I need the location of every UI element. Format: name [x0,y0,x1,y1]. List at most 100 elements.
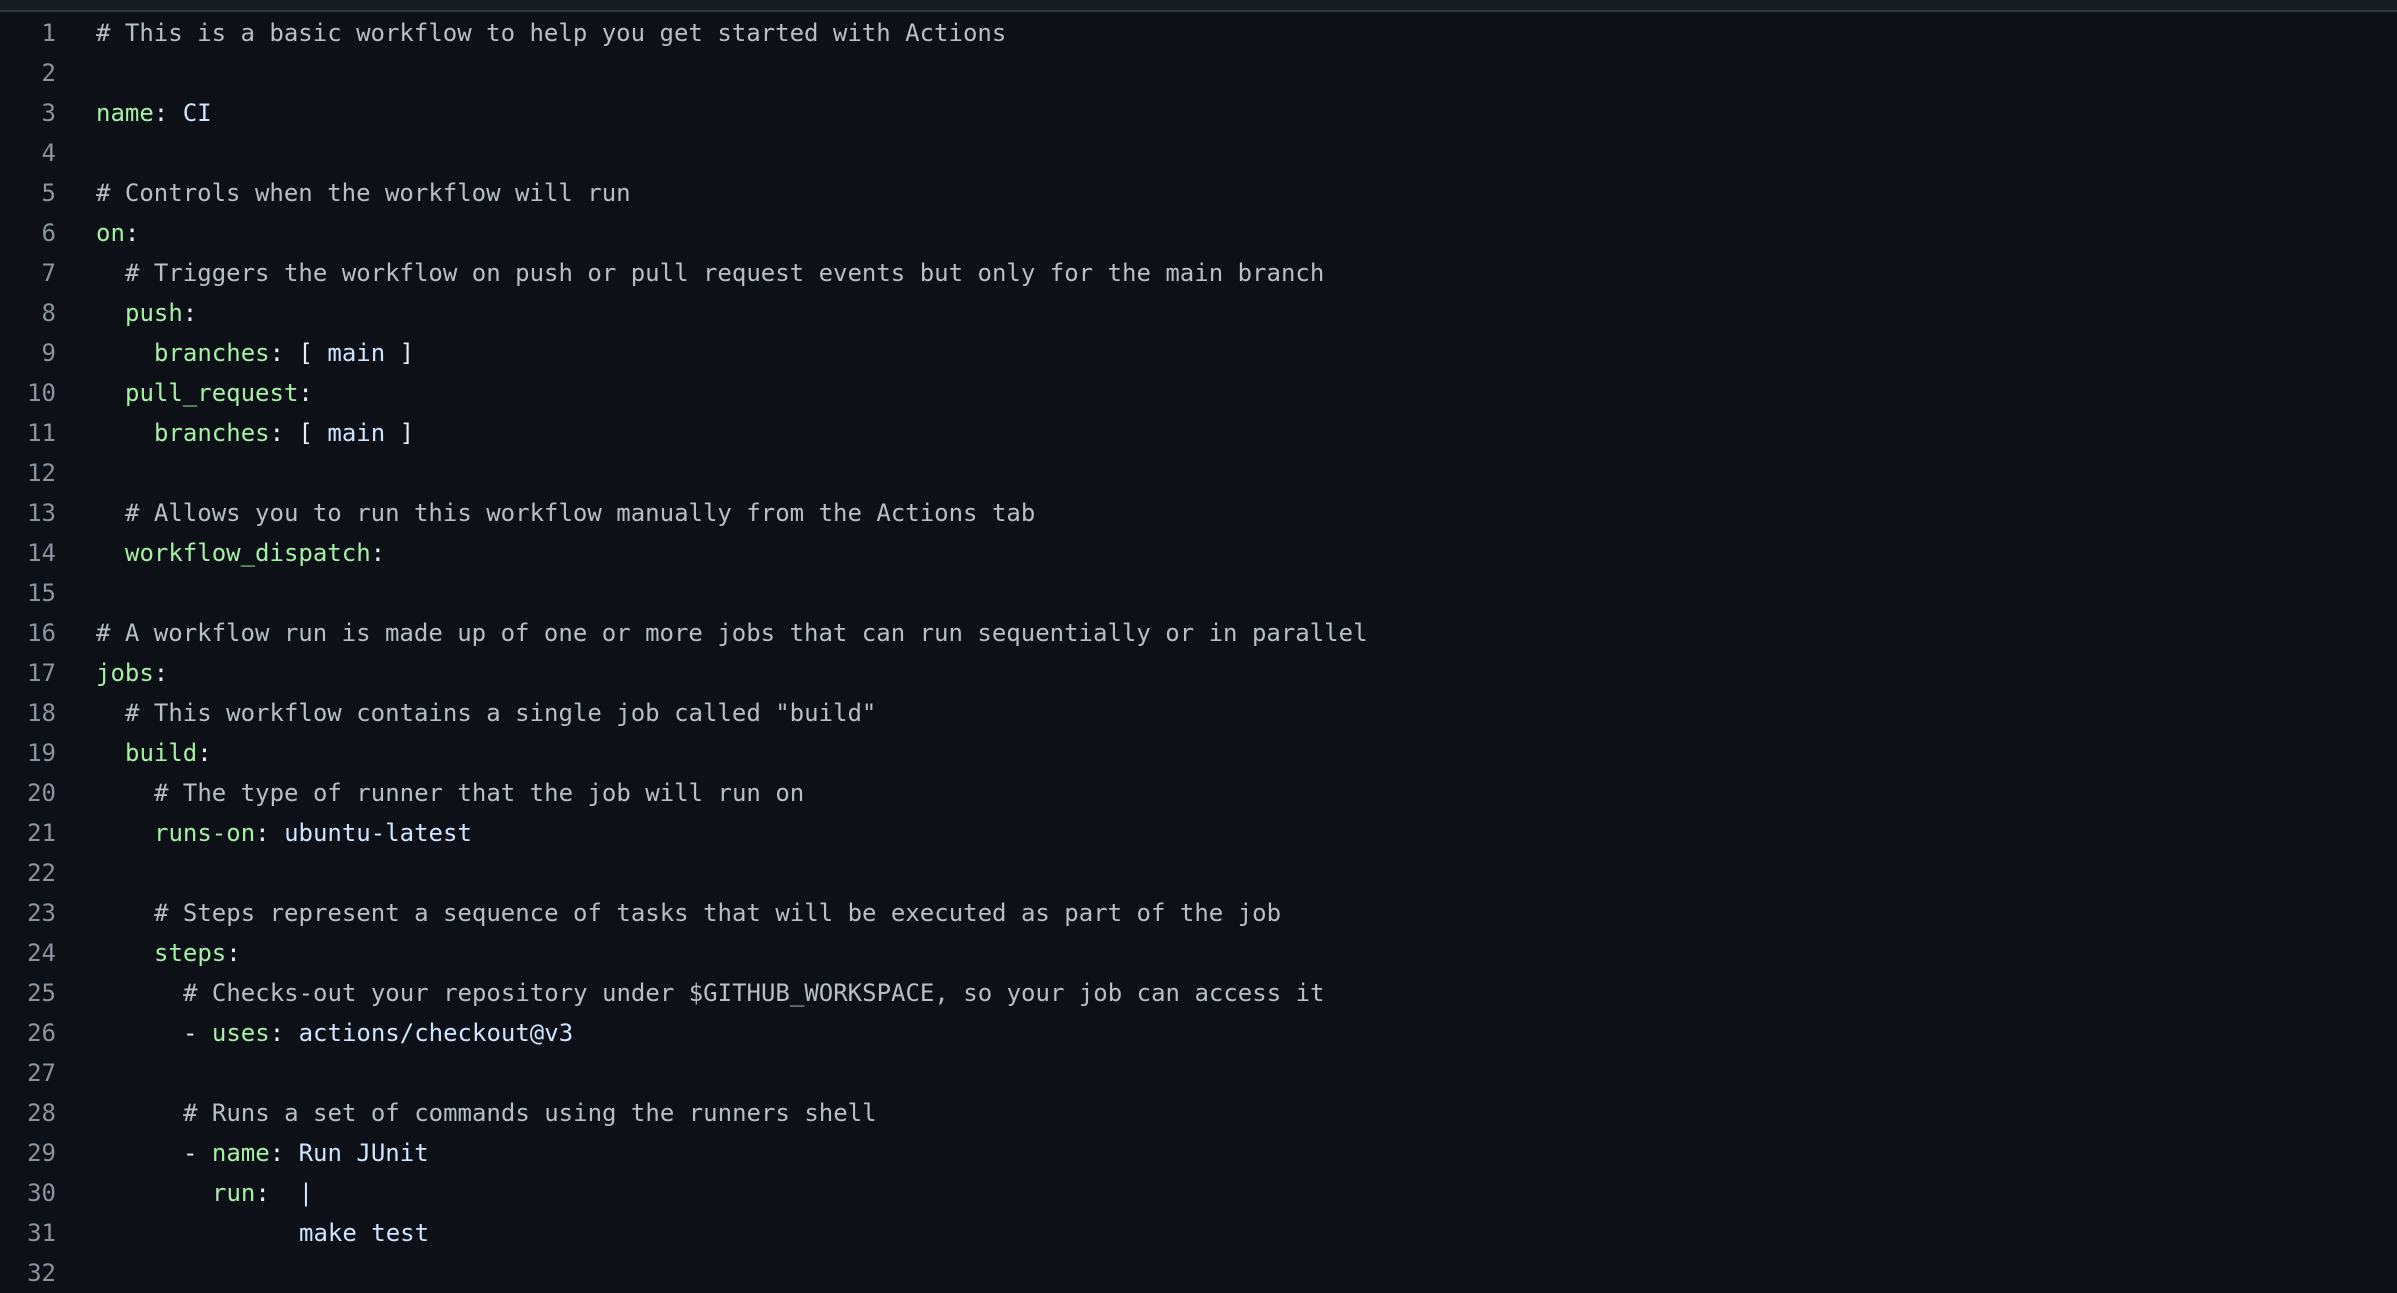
code-line[interactable]: 17 jobs: [0,653,2397,693]
token-key: push [125,299,183,327]
code-line[interactable]: 24 steps: [0,933,2397,973]
code-line[interactable]: 29 - name: Run JUnit [0,1133,2397,1173]
line-number: 1 [41,19,56,47]
code-line[interactable]: 27 [0,1053,2397,1093]
code-line[interactable]: 9 branches: [ main ] [0,333,2397,373]
code-text: branches: [ main ] [154,339,414,367]
line-number: 20 [27,779,56,807]
line-number: 25 [27,979,56,1007]
token-key: jobs [96,659,154,687]
line-number: 18 [27,699,56,727]
token-value: actions/checkout@v3 [298,1019,574,1047]
code-editor[interactable]: 1 # This is a basic workflow to help you … [0,13,2397,1287]
line-number: 13 [27,499,56,527]
token-plain: make test [299,1219,430,1247]
token-value: ubuntu-latest [284,819,472,847]
line-number: 31 [27,1219,56,1247]
token-comment: # This is a basic workflow to help you g… [96,19,1007,47]
token-key: name [96,99,154,127]
code-text: # Triggers the workflow on push or pull … [125,259,1324,287]
token-punct: : [298,379,313,407]
code-text: push: [125,299,197,327]
token-key: on [96,219,125,247]
code-text: # Runs a set of commands using the runne… [183,1099,877,1127]
code-line[interactable]: 2 [0,53,2397,93]
code-line[interactable]: 30 run: | [0,1173,2397,1213]
code-line[interactable]: 25 # Checks-out your repository under $GI… [0,973,2397,1013]
line-number: 21 [27,819,56,847]
code-line[interactable]: 28 # Runs a set of commands using the run… [0,1093,2397,1133]
code-line[interactable]: 10 pull_request: [0,373,2397,413]
code-text: # This workflow contains a single job ca… [125,699,876,727]
line-number: 10 [27,379,56,407]
token-value: CI [182,99,212,127]
line-number: 22 [27,859,56,887]
token-punct: : [269,1139,299,1167]
token-value: Run JUnit [298,1139,429,1167]
code-line[interactable]: 26 - uses: actions/checkout@v3 [0,1013,2397,1053]
line-number: 8 [41,299,56,327]
code-text: # A workflow run is made up of one or mo… [96,619,1368,647]
token-key: branches [154,339,270,367]
line-number: 15 [27,579,56,607]
line-number: 24 [27,939,56,967]
code-line[interactable]: 7 # Triggers the workflow on push or pull… [0,253,2397,293]
code-line[interactable]: 15 [0,573,2397,613]
token-punct: : [197,739,212,767]
code-line[interactable]: 3 name: CI [0,93,2397,133]
code-line[interactable]: 20 # The type of runner that the job will… [0,773,2397,813]
editor-top-border [0,0,2397,12]
line-number: 9 [41,339,56,367]
token-key: name [211,1139,270,1167]
code-line[interactable]: 16 # A workflow run is made up of one or … [0,613,2397,653]
token-comment: # The type of runner that the job will r… [154,779,805,807]
token-key: runs-on [154,819,256,847]
code-line[interactable]: 6 on: [0,213,2397,253]
code-line[interactable]: 5 # Controls when the workflow will run [0,173,2397,213]
code-line[interactable]: 19 build: [0,733,2397,773]
code-line[interactable]: 14 workflow_dispatch: [0,533,2397,573]
code-text: # Checks-out your repository under $GITH… [183,979,1325,1007]
token-dash: - [183,1139,212,1167]
token-dash: - [183,1019,212,1047]
code-line[interactable]: 12 [0,453,2397,493]
token-comment: # Allows you to run this workflow manual… [125,499,1036,527]
token-key: branches [154,419,270,447]
code-text: # Steps represent a sequence of tasks th… [154,899,1281,927]
token-punct: : [153,99,183,127]
code-line[interactable]: 22 [0,853,2397,893]
token-comment: # This workflow contains a single job ca… [125,699,877,727]
token-comment: # A workflow run is made up of one or mo… [96,619,1368,647]
code-line[interactable]: 23 # Steps represent a sequence of tasks … [0,893,2397,933]
code-line[interactable]: 31 make test [0,1213,2397,1253]
token-punct: : [124,219,140,247]
token-key: uses [211,1019,270,1047]
code-text: workflow_dispatch: [125,539,385,567]
token-punct: : [ [269,339,328,367]
token-value: | [298,1179,314,1207]
token-comment: # Checks-out your repository under $GITH… [183,979,1325,1007]
line-number: 19 [27,739,56,767]
token-comment: # Runs a set of commands using the runne… [183,1099,877,1127]
code-line[interactable]: 13 # Allows you to run this workflow manu… [0,493,2397,533]
code-line[interactable]: 11 branches: [ main ] [0,413,2397,453]
code-text: # Allows you to run this workflow manual… [125,499,1035,527]
line-number: 32 [27,1259,56,1287]
code-line[interactable]: 21 runs-on: ubuntu-latest [0,813,2397,853]
line-number: 14 [27,539,56,567]
code-line[interactable]: 18 # This workflow contains a single job … [0,693,2397,733]
code-line[interactable]: 32 [0,1253,2397,1293]
line-number: 29 [27,1139,56,1167]
code-line[interactable]: 8 push: [0,293,2397,333]
code-line[interactable]: 1 # This is a basic workflow to help you … [0,13,2397,53]
code-text: jobs: [96,659,168,687]
line-number: 12 [27,459,56,487]
token-punct: : [ [269,419,328,447]
token-punct: : [370,539,386,567]
code-text: # Controls when the workflow will run [96,179,631,207]
code-text: - name: Run JUnit [183,1139,429,1167]
code-text: steps: [154,939,241,967]
code-line[interactable]: 4 [0,133,2397,173]
line-number: 11 [27,419,56,447]
line-number: 26 [27,1019,56,1047]
